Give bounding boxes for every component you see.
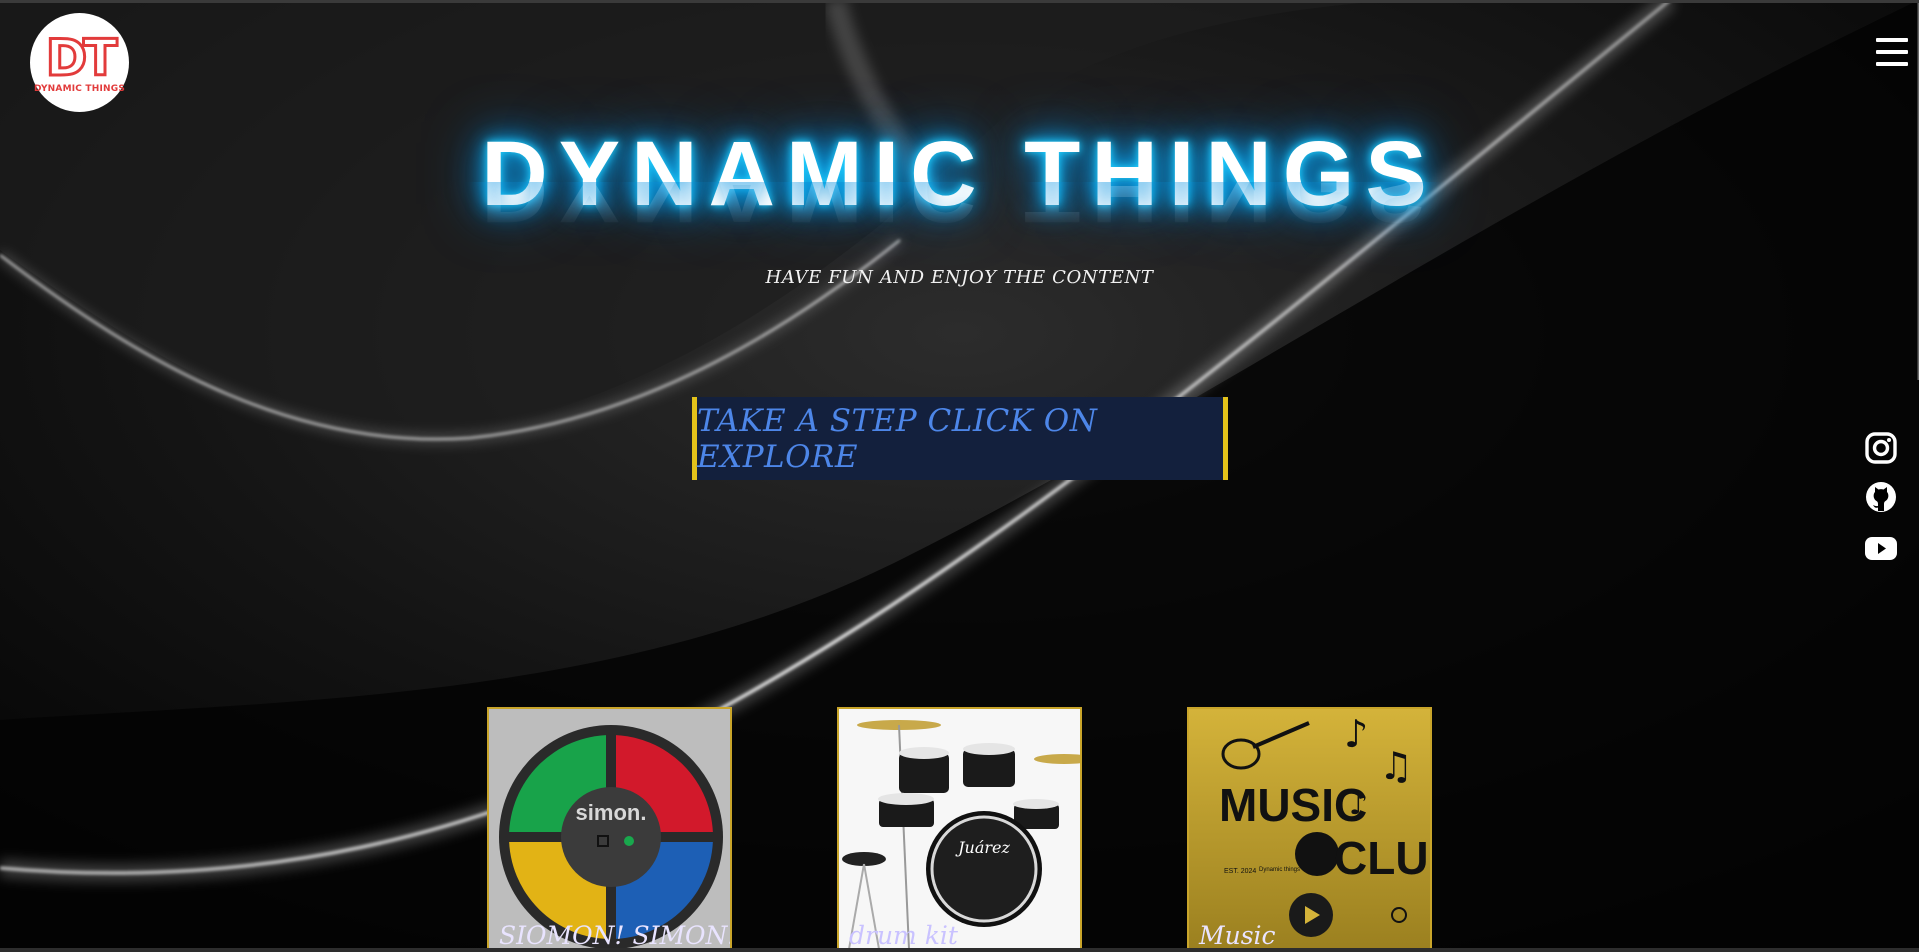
drum-brand-text: Juárez [955, 838, 1010, 857]
card-label: Music [1199, 921, 1276, 950]
explore-button[interactable]: TAKE A STEP CLICK ON EXPLORE [692, 397, 1228, 480]
explore-button-label: TAKE A STEP CLICK ON EXPLORE [697, 402, 1098, 475]
music-club-line1: MUSIC [1219, 779, 1367, 831]
svg-text:♪: ♪ [1344, 712, 1368, 756]
site-logo[interactable]: DT DYNAMIC THINGS [30, 13, 129, 112]
hero-title-block: DYNAMIC THINGS DYNAMIC THINGS [0, 122, 1919, 286]
music-club-caption: Dynamic things [1259, 867, 1300, 873]
card-music[interactable]: ♪ ♫ ♪ MUSIC CLUB EST. 2024 Dynamic thing… [1187, 707, 1432, 952]
hero-title-reflection: DYNAMIC THINGS [481, 182, 1438, 241]
logo-mark: DT [44, 28, 119, 87]
hero-subtitle: HAVE FUN AND ENJOY THE CONTENT [765, 267, 1154, 288]
svg-text:♫: ♫ [1379, 744, 1413, 788]
github-icon[interactable] [1863, 479, 1899, 515]
card-label: drum kit [849, 921, 958, 950]
top-border [0, 0, 1919, 3]
simon-game-image: simon. [489, 709, 730, 952]
logo-text: DYNAMIC THINGS [33, 83, 126, 94]
music-club-line2: CLUB [1334, 832, 1432, 884]
instagram-icon[interactable] [1863, 430, 1899, 466]
bottom-border [0, 948, 1919, 952]
music-club-image: ♪ ♫ ♪ MUSIC CLUB EST. 2024 Dynamic thing… [1189, 709, 1432, 952]
music-club-est: EST. 2024 [1224, 868, 1256, 875]
drum-kit-image: Juárez [839, 709, 1080, 952]
card-label: SIOMON! SIMON! [499, 921, 732, 950]
card-simon[interactable]: simon. SIOMON! SIMON! [487, 707, 732, 952]
youtube-icon[interactable] [1863, 530, 1899, 566]
card-drum-kit[interactable]: Juárez drum kit [837, 707, 1082, 952]
hamburger-menu-icon[interactable] [1876, 38, 1908, 68]
simon-brand-text: simon. [576, 800, 647, 825]
